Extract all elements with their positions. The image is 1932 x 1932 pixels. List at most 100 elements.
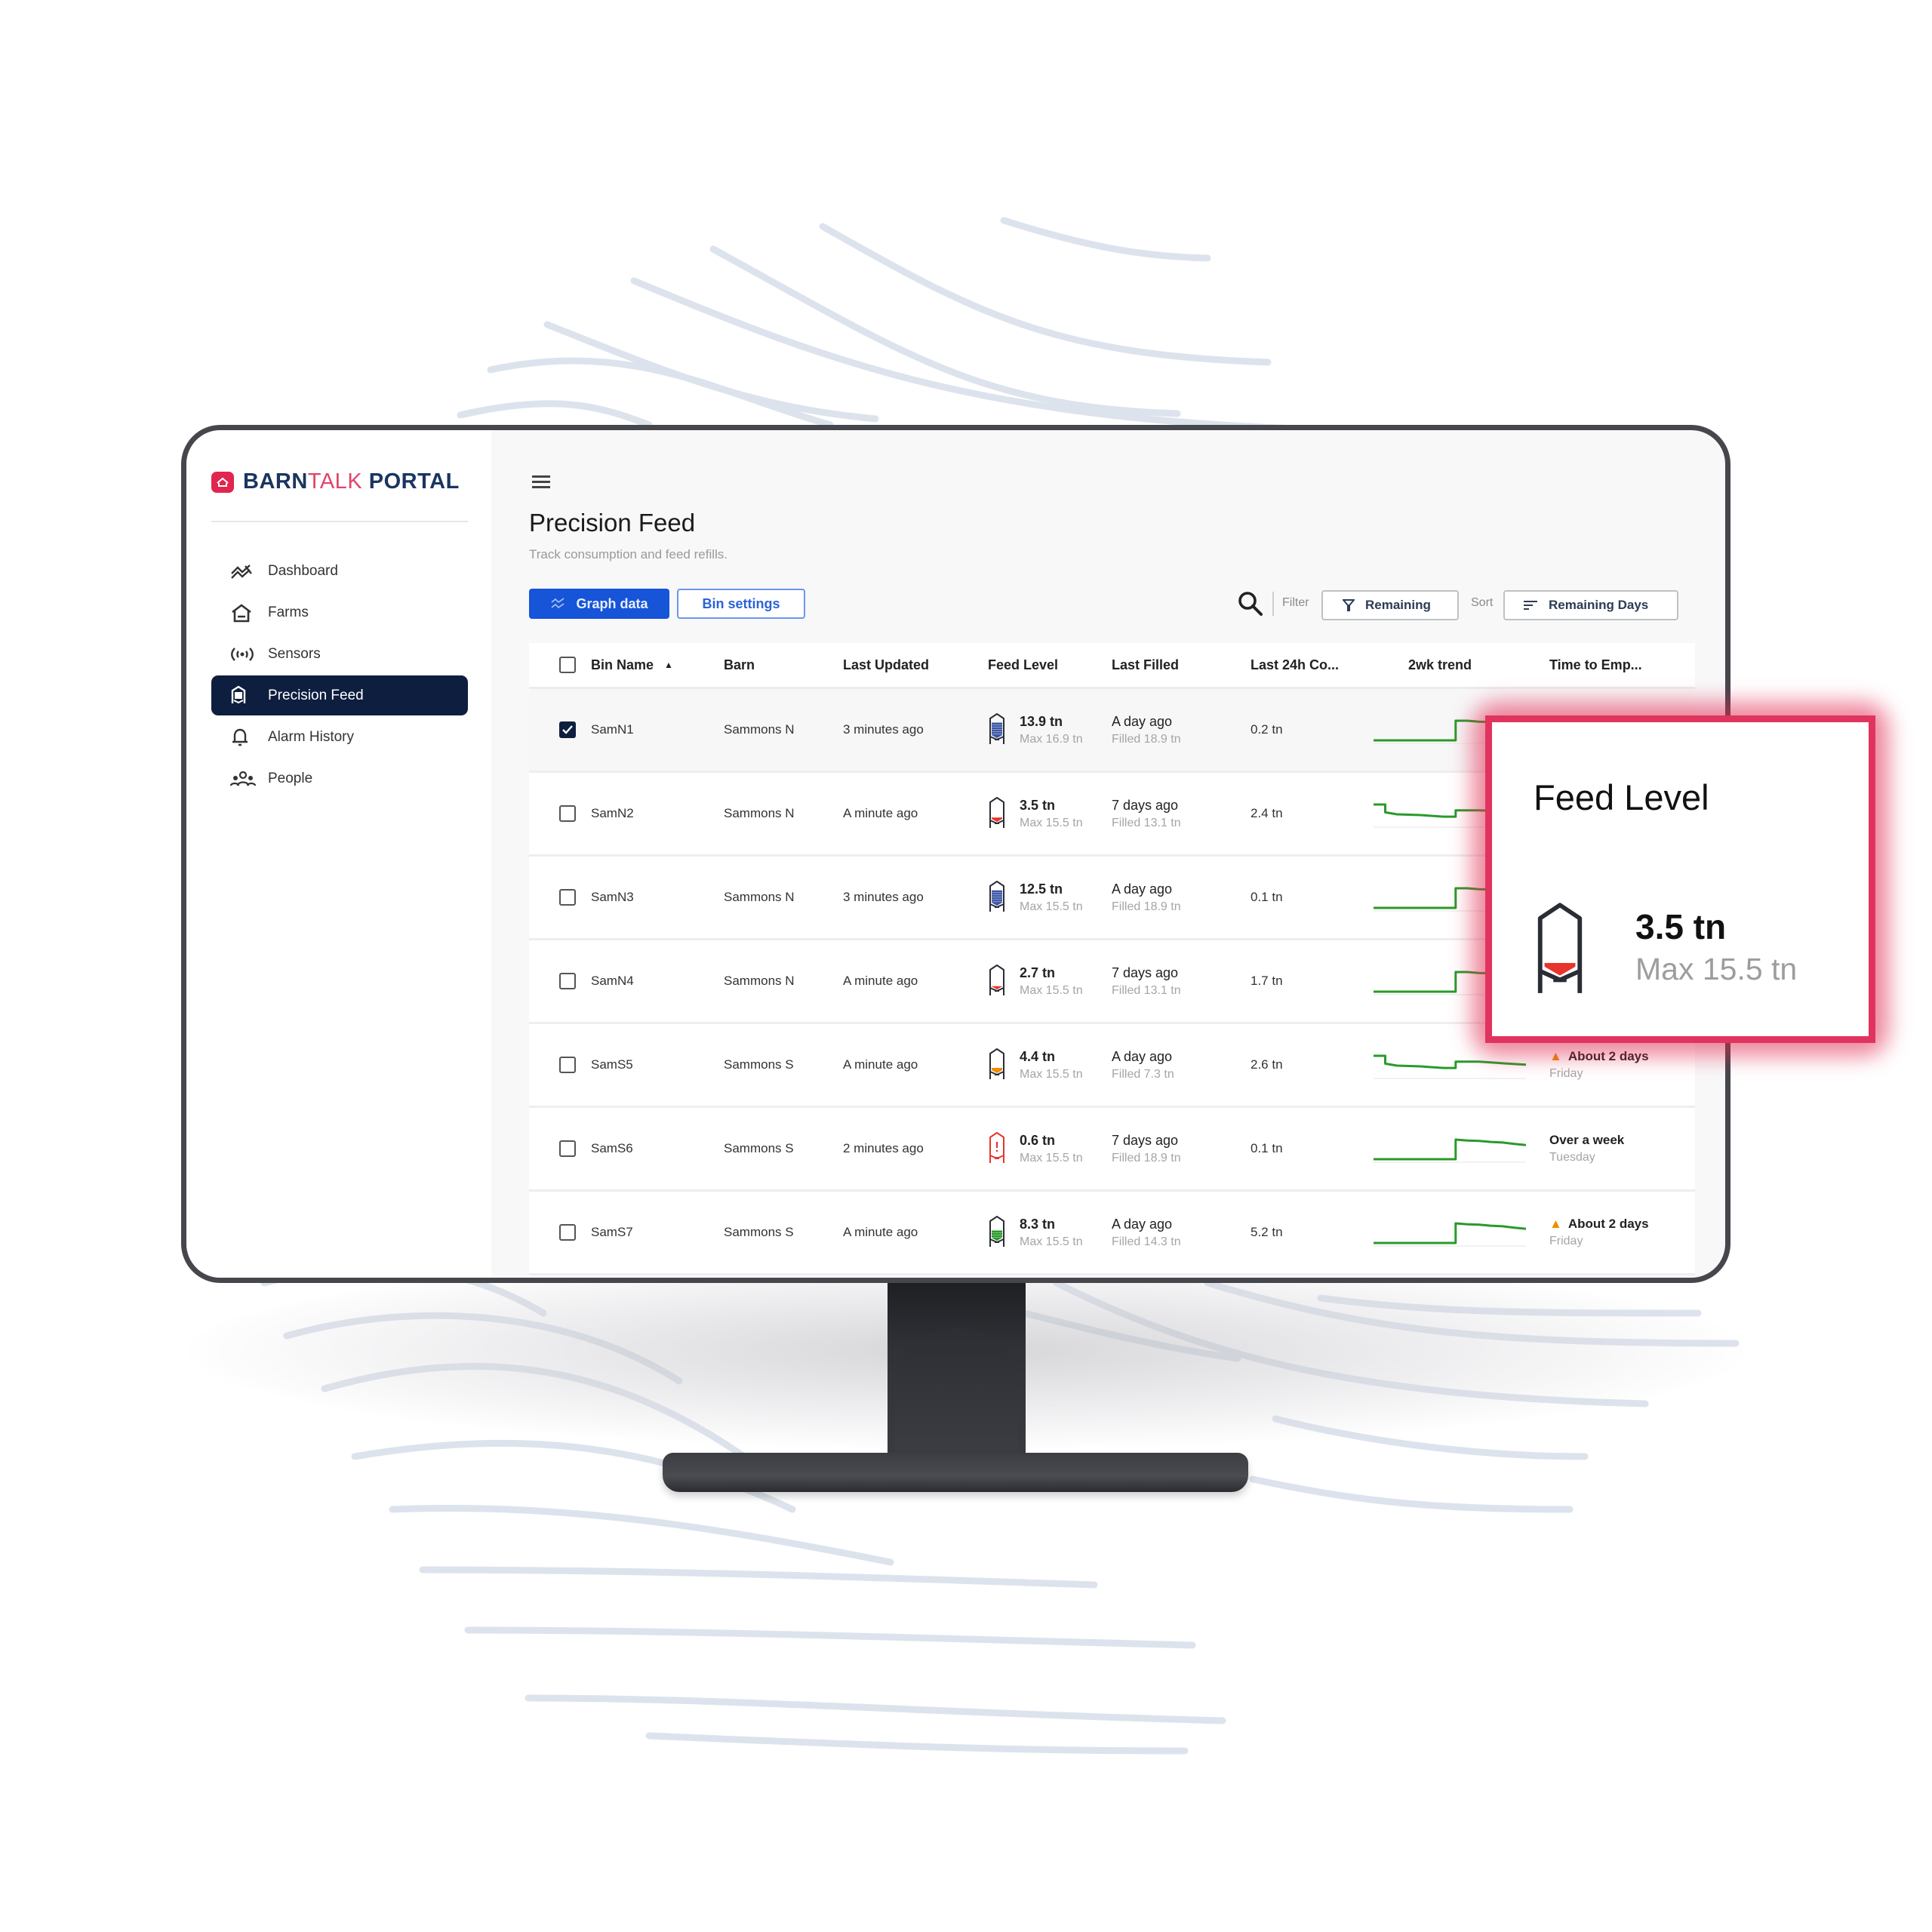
column-bin-name[interactable]: Bin Name ▲ [591, 643, 673, 687]
column-2wk-trend[interactable]: 2wk trend [1408, 643, 1472, 687]
column-label: Last 24h Co... [1251, 657, 1340, 672]
column-last-updated[interactable]: Last Updated [843, 643, 929, 687]
bin-name[interactable]: SamS6 [591, 1108, 633, 1189]
trend-sparkline [1371, 1192, 1529, 1273]
row-checkbox[interactable] [559, 1140, 576, 1157]
brand-logo[interactable]: BARNTALK PORTAL [211, 469, 460, 494]
column-barn[interactable]: Barn [724, 643, 755, 687]
last-filled-amount: Filled 18.9 tn [1112, 900, 1181, 913]
sidebar-item-sensors[interactable]: Sensors [211, 634, 468, 674]
feed-bin-level-icon [989, 1048, 1004, 1079]
bin-settings-button[interactable]: Bin settings [677, 589, 805, 619]
last-updated: 2 minutes ago [843, 1141, 924, 1155]
last-24h-consumption: 2.6 tn [1251, 1057, 1283, 1072]
last-filled-amount: Filled 7.3 tn [1112, 1067, 1174, 1081]
last-24h-consumption: 2.4 tn [1251, 806, 1283, 820]
time-to-empty-value: Over a week [1549, 1133, 1625, 1147]
last-updated: A minute ago [843, 806, 918, 820]
sidebar-item-label: Farms [268, 604, 309, 620]
last-filled-amount: Filled 18.9 tn [1112, 732, 1181, 746]
column-label: Feed Level [988, 657, 1059, 672]
trend-sparkline [1371, 1108, 1529, 1189]
page-title: Precision Feed [529, 509, 696, 537]
feed-level-max: Max 15.5 tn [1020, 816, 1083, 829]
last-filled-when: A day ago [1112, 881, 1173, 897]
sort-icon [1524, 601, 1537, 610]
column-last-24h[interactable]: Last 24h Co... [1251, 643, 1339, 687]
row-checkbox[interactable] [559, 973, 576, 989]
table-row[interactable]: SamS6 Sammons S 2 minutes ago 0.6 tn Max… [529, 1108, 1695, 1192]
feed-level-callout: Feed Level 3.5 tn Max 15.5 tn [1485, 715, 1875, 1043]
barn-name: Sammons S [724, 1141, 794, 1155]
monitor-stand-base [663, 1453, 1248, 1492]
table-row[interactable]: SamS7 Sammons S A minute ago 8.3 tn Max … [529, 1192, 1695, 1275]
sidebar-item-label: Precision Feed [268, 687, 364, 703]
last-filled-amount: Filled 13.1 tn [1112, 983, 1181, 997]
bin-name[interactable]: SamS5 [591, 1024, 633, 1106]
bell-icon [230, 728, 256, 747]
time-to-empty-value: About 2 days [1567, 1217, 1649, 1231]
last-filled-amount: Filled 18.9 tn [1112, 1151, 1181, 1164]
last-24h-consumption: 0.2 tn [1251, 722, 1283, 737]
time-to-empty-day: Friday [1549, 1067, 1583, 1080]
bin-name[interactable]: SamN1 [591, 689, 634, 771]
row-checkbox[interactable] [559, 721, 576, 738]
feed-bin-level-icon [989, 964, 1004, 995]
feed-level-value: 3.5 tn [1020, 797, 1056, 813]
sidebar-item-label: Sensors [268, 645, 321, 662]
sidebar-item-label: Alarm History [268, 728, 355, 745]
barn-name: Sammons N [724, 806, 795, 820]
filter-value: Remaining [1365, 598, 1431, 612]
select-all-checkbox[interactable] [559, 657, 576, 673]
time-to-empty: Over a week Tuesday [1549, 1108, 1624, 1189]
row-checkbox[interactable] [559, 889, 576, 906]
brand-name: BARNTALK PORTAL [243, 469, 460, 494]
last-24h-consumption: 5.2 tn [1251, 1225, 1283, 1239]
filter-icon [1343, 599, 1355, 611]
last-filled-when: A day ago [1112, 1048, 1173, 1064]
row-checkbox[interactable] [559, 805, 576, 822]
sidebar-item-alarm-history[interactable]: Alarm History [211, 717, 468, 757]
checkmark-icon [562, 725, 573, 734]
column-label: 2wk trend [1408, 657, 1472, 672]
sidebar-item-people[interactable]: People [211, 758, 468, 798]
column-time-to-empty[interactable]: Time to Emp... [1549, 643, 1642, 687]
last-filled-when: 7 days ago [1112, 964, 1179, 980]
column-last-filled[interactable]: Last Filled [1112, 643, 1179, 687]
last-filled-when: A day ago [1112, 1216, 1173, 1232]
sort-value: Remaining Days [1549, 598, 1649, 612]
feed-level-max: Max 15.5 tn [1020, 1067, 1083, 1081]
column-label: Time to Emp... [1549, 657, 1642, 672]
time-to-empty: ▲ About 2 days Friday [1549, 1192, 1649, 1273]
monitor-stand-highlight [895, 1328, 1018, 1464]
people-icon [230, 769, 256, 789]
sensor-icon [230, 645, 256, 664]
feed-level-max: Max 15.5 tn [1020, 983, 1083, 997]
last-filled-when: 7 days ago [1112, 1132, 1179, 1148]
last-updated: A minute ago [843, 974, 918, 988]
row-checkbox[interactable] [559, 1057, 576, 1073]
bin-name[interactable]: SamN2 [591, 773, 634, 854]
bin-name[interactable]: SamN4 [591, 940, 634, 1022]
row-checkbox[interactable] [559, 1224, 576, 1241]
warning-icon: ▲ [1549, 1217, 1562, 1231]
filter-dropdown[interactable]: Remaining [1321, 590, 1459, 620]
column-feed-level[interactable]: Feed Level [988, 643, 1058, 687]
sort-dropdown[interactable]: Remaining Days [1503, 590, 1678, 620]
last-filled-when: A day ago [1112, 713, 1173, 729]
feed-bin-icon [230, 685, 256, 706]
sidebar-item-precision-feed[interactable]: Precision Feed [211, 675, 468, 715]
graph-data-button[interactable]: Graph data [529, 589, 669, 619]
menu-toggle-button[interactable] [532, 475, 550, 489]
feed-level-max: Max 15.5 tn [1020, 900, 1083, 913]
bin-name[interactable]: SamN3 [591, 857, 634, 938]
sidebar-divider [211, 521, 468, 522]
bin-name[interactable]: SamS7 [591, 1192, 633, 1273]
search-icon[interactable] [1237, 590, 1264, 617]
barn-name: Sammons S [724, 1057, 794, 1072]
barn-name: Sammons N [724, 974, 795, 988]
sort-label: Sort [1471, 596, 1494, 609]
sidebar-nav: Dashboard Farms Sensors Precision Feed A… [211, 551, 468, 800]
sidebar-item-farms[interactable]: Farms [211, 592, 468, 632]
sidebar-item-dashboard[interactable]: Dashboard [211, 551, 468, 591]
